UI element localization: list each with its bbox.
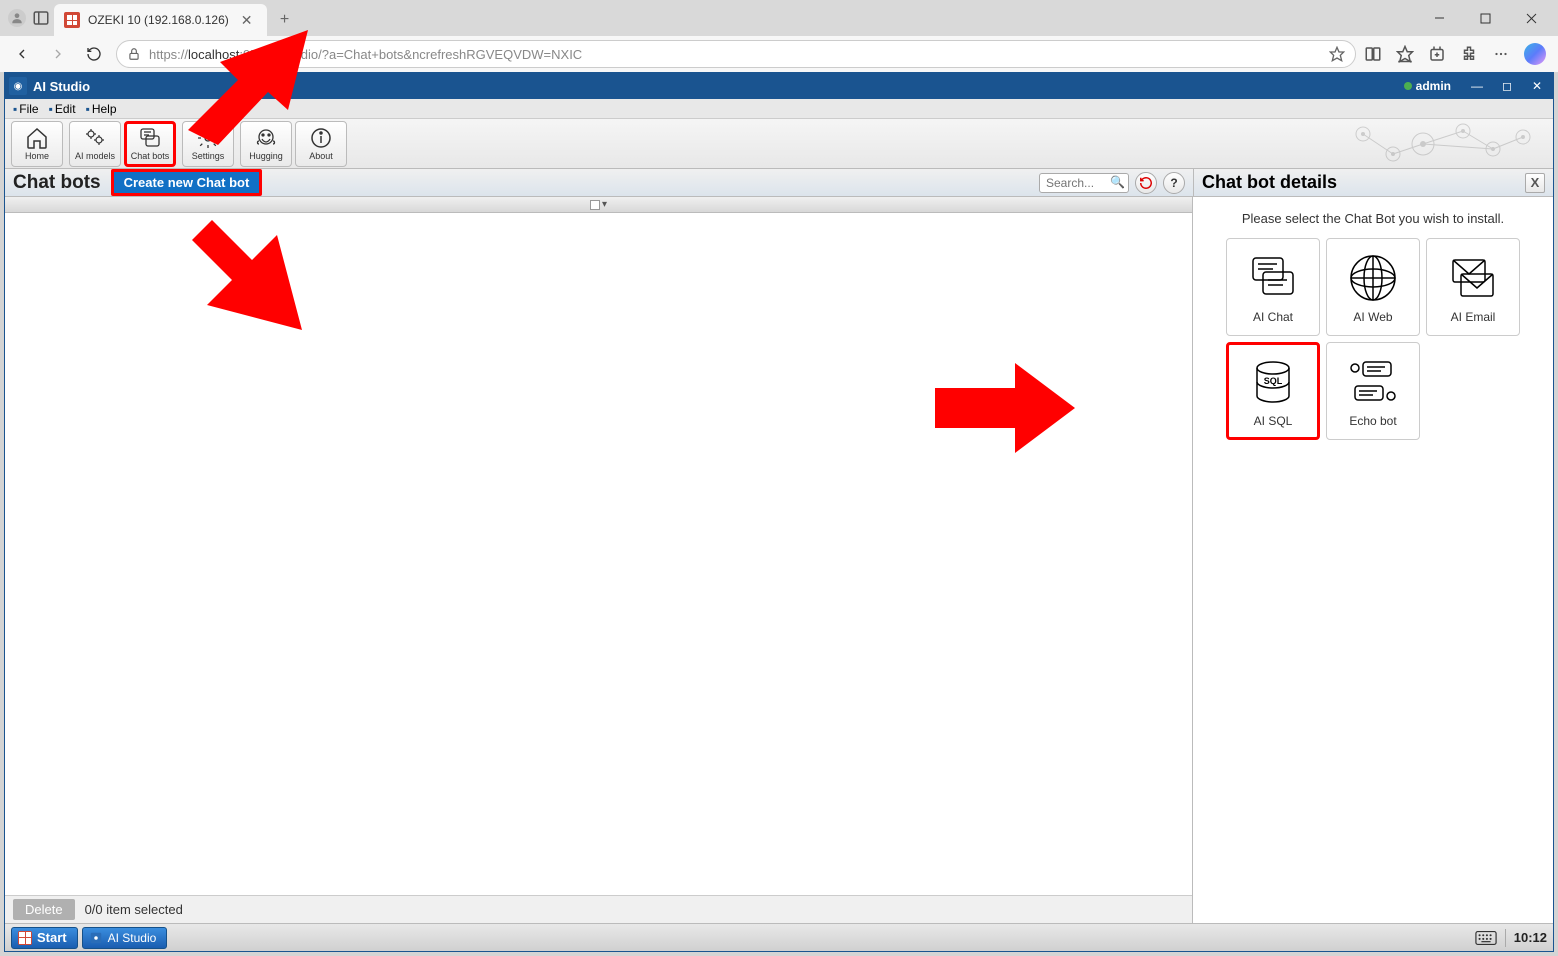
settings-icon — [196, 127, 220, 149]
toolbar-ai-models-button[interactable]: AI models — [69, 121, 121, 167]
address-bar: https://localhost:9515/... ...dio/?a=Cha… — [0, 36, 1558, 72]
delete-button[interactable]: Delete — [13, 899, 75, 920]
app-icon: ◉ — [9, 77, 27, 95]
back-button[interactable] — [8, 40, 36, 68]
search-icon[interactable]: 🔍 — [1110, 175, 1125, 189]
app-minimize-button[interactable]: — — [1465, 77, 1489, 95]
close-window-button[interactable] — [1508, 0, 1554, 36]
network-decoration-icon — [1333, 119, 1543, 169]
details-message: Please select the Chat Bot you wish to i… — [1201, 211, 1545, 226]
toolbar: Home AI models Chat bots Settings Huggin… — [5, 119, 1553, 169]
copilot-icon[interactable] — [1524, 43, 1546, 65]
new-tab-button[interactable]: + — [271, 6, 299, 34]
bot-tile-echo-bot[interactable]: Echo bot — [1326, 342, 1420, 440]
browser-tab[interactable]: OZEKI 10 (192.168.0.126) ✕ — [54, 4, 267, 36]
list-panel: ▾ Delete 0/0 item selected — [5, 197, 1193, 923]
app-close-button[interactable]: ✕ — [1525, 77, 1549, 95]
page-title: Chat bots — [13, 172, 101, 194]
panel-icon[interactable] — [32, 9, 50, 27]
toolbar-about-button[interactable]: About — [295, 121, 347, 167]
lock-icon — [127, 47, 141, 61]
clock: 10:12 — [1514, 930, 1547, 945]
echo-icon — [1345, 354, 1401, 410]
taskbar-ai-studio-button[interactable]: AI Studio — [82, 927, 168, 949]
toolbar-home-button[interactable]: Home — [11, 121, 63, 167]
ai-chat-icon — [1245, 250, 1301, 306]
email-icon — [1445, 250, 1501, 306]
menu-file[interactable]: ▪File — [9, 102, 43, 116]
split-screen-icon[interactable] — [1364, 45, 1382, 63]
menu-edit[interactable]: ▪Edit — [45, 102, 80, 116]
minimize-window-button[interactable] — [1416, 0, 1462, 36]
gear-icon — [83, 127, 107, 149]
profile-icon[interactable] — [8, 9, 26, 27]
tab-favicon-icon — [64, 12, 80, 28]
app-title: AI Studio — [33, 79, 90, 94]
reload-button[interactable] — [80, 40, 108, 68]
globe-icon — [1345, 250, 1401, 306]
bot-tile-ai-web[interactable]: AI Web — [1326, 238, 1420, 336]
details-title: Chat bot details — [1202, 172, 1337, 193]
list-column-header[interactable]: ▾ — [5, 197, 1192, 213]
user-status[interactable]: admin — [1404, 79, 1451, 93]
extensions-icon[interactable] — [1460, 45, 1478, 63]
help-button[interactable]: ? — [1163, 172, 1185, 194]
svg-text:SQL: SQL — [1264, 376, 1283, 386]
select-all-checkbox[interactable] — [590, 200, 600, 210]
taskbar: Start AI Studio 10:12 — [5, 923, 1553, 951]
content-header: Chat bots Create new Chat bot 🔍 ? — [5, 169, 1193, 197]
bot-tile-ai-chat[interactable]: AI Chat — [1226, 238, 1320, 336]
list-footer: Delete 0/0 item selected — [5, 895, 1192, 923]
start-grid-icon — [18, 931, 32, 945]
favorites-icon[interactable] — [1396, 45, 1414, 63]
bot-tile-ai-email[interactable]: AI Email — [1426, 238, 1520, 336]
star-icon[interactable] — [1329, 46, 1345, 62]
collections-icon[interactable] — [1428, 45, 1446, 63]
maximize-window-button[interactable] — [1462, 0, 1508, 36]
list-body — [5, 213, 1192, 895]
toolbar-chat-bots-button[interactable]: Chat bots — [124, 121, 176, 167]
hugging-icon — [254, 127, 278, 149]
details-close-button[interactable]: X — [1525, 173, 1545, 193]
keyboard-icon[interactable] — [1475, 930, 1497, 946]
status-dot-icon — [1404, 82, 1412, 90]
refresh-button[interactable] — [1135, 172, 1157, 194]
forward-button[interactable] — [44, 40, 72, 68]
toolbar-settings-button[interactable]: Settings — [182, 121, 234, 167]
details-panel: Please select the Chat Bot you wish to i… — [1193, 197, 1553, 923]
info-icon — [309, 127, 333, 149]
url-text: https://localhost:9515/... ...dio/?a=Cha… — [149, 47, 1321, 62]
menu-help[interactable]: ▪Help — [82, 102, 121, 116]
tab-bar: OZEKI 10 (192.168.0.126) ✕ + — [0, 0, 1558, 36]
start-button[interactable]: Start — [11, 927, 78, 949]
app-titlebar: ◉ AI Studio admin — ◻ ✕ — [5, 73, 1553, 99]
selection-text: 0/0 item selected — [85, 902, 183, 917]
more-icon[interactable] — [1492, 45, 1510, 63]
sql-icon: SQL — [1245, 354, 1301, 410]
tab-title: OZEKI 10 (192.168.0.126) — [88, 13, 229, 27]
home-icon — [25, 127, 49, 149]
create-chat-bot-button[interactable]: Create new Chat bot — [111, 169, 263, 196]
toolbar-hugging-button[interactable]: Hugging — [240, 121, 292, 167]
bot-tile-ai-sql[interactable]: SQL AI SQL — [1226, 342, 1320, 440]
app-window: ◉ AI Studio admin — ◻ ✕ ▪File ▪Edit ▪Hel… — [4, 72, 1554, 952]
taskbar-app-icon — [89, 931, 103, 945]
chat-icon — [138, 127, 162, 149]
main-area: ▾ Delete 0/0 item selected Please select… — [5, 197, 1553, 923]
chevron-down-icon[interactable]: ▾ — [602, 199, 607, 210]
app-maximize-button[interactable]: ◻ — [1495, 77, 1519, 95]
search-wrapper: 🔍 — [1039, 173, 1129, 193]
close-tab-icon[interactable]: ✕ — [237, 12, 257, 29]
browser-chrome: OZEKI 10 (192.168.0.126) ✕ + https://loc… — [0, 0, 1558, 72]
details-header: Chat bot details X — [1193, 169, 1553, 197]
menu-bar: ▪File ▪Edit ▪Help — [5, 99, 1553, 119]
url-field[interactable]: https://localhost:9515/... ...dio/?a=Cha… — [116, 40, 1356, 68]
